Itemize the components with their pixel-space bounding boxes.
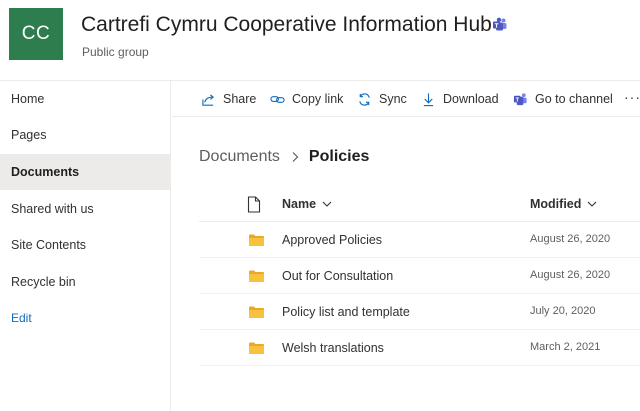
sync-button[interactable]: Sync: [357, 90, 407, 108]
download-icon: [423, 92, 434, 106]
file-type-icon[interactable]: [247, 196, 261, 213]
table-row[interactable]: Approved Policies August 26, 2020: [199, 222, 640, 258]
table-row[interactable]: Policy list and template July 20, 2020: [199, 294, 640, 330]
teams-icon: [493, 17, 507, 31]
teams-channel-icon: [513, 92, 527, 105]
nav-item-pages[interactable]: Pages: [0, 117, 171, 153]
left-navigation: Home Pages Documents Shared with us Site…: [0, 81, 171, 411]
modified-date: March 2, 2021: [530, 341, 601, 353]
site-subtitle: Public group: [82, 45, 149, 59]
column-name-label: Name: [282, 197, 317, 211]
column-header-modified[interactable]: Modified: [530, 197, 597, 211]
column-header-name[interactable]: Name: [282, 197, 332, 211]
modified-date: August 26, 2020: [530, 269, 611, 281]
site-logo[interactable]: CC: [9, 8, 63, 60]
share-button[interactable]: Share: [201, 90, 256, 108]
folder-icon: [249, 306, 264, 318]
table-row[interactable]: Welsh translations March 2, 2021: [199, 330, 640, 366]
link-icon: [270, 95, 285, 103]
document-list: Name Modified Approved Policies August 2…: [199, 187, 640, 366]
folder-icon: [249, 270, 264, 282]
table-header: Name Modified: [199, 187, 640, 222]
breadcrumb-current-folder: Policies: [308, 148, 370, 165]
folder-icon: [249, 342, 264, 354]
breadcrumb: Documents Policies: [199, 148, 369, 166]
more-actions-button[interactable]: ···: [624, 88, 640, 106]
nav-item-shared-with-us[interactable]: Shared with us: [0, 191, 171, 227]
folder-name[interactable]: Out for Consultation: [282, 269, 393, 283]
share-icon: [202, 93, 215, 106]
column-modified-label: Modified: [530, 197, 582, 211]
chevron-down-icon: [322, 201, 332, 207]
nav-item-home[interactable]: Home: [0, 81, 171, 117]
modified-date: July 20, 2020: [530, 305, 596, 317]
go-to-channel-label: Go to channel: [535, 92, 613, 106]
download-label: Download: [443, 92, 499, 106]
go-to-channel-button[interactable]: Go to channel: [513, 90, 613, 108]
nav-item-site-contents[interactable]: Site Contents: [0, 227, 171, 263]
copy-link-label: Copy link: [292, 92, 344, 106]
modified-date: August 26, 2020: [530, 233, 611, 245]
sync-icon: [359, 92, 370, 106]
command-bar: Share Copy link Sync Download Go to chan…: [172, 81, 640, 117]
sync-label: Sync: [379, 92, 407, 106]
folder-name[interactable]: Welsh translations: [282, 341, 384, 355]
nav-item-documents[interactable]: Documents: [0, 154, 171, 190]
folder-name[interactable]: Policy list and template: [282, 305, 410, 319]
share-label: Share: [223, 92, 257, 106]
site-title[interactable]: Cartrefi Cymru Cooperative Information H…: [81, 13, 492, 37]
nav-edit-link[interactable]: Edit: [0, 300, 171, 336]
download-button[interactable]: Download: [421, 90, 499, 108]
copy-link-button[interactable]: Copy link: [270, 90, 343, 108]
folder-icon: [249, 234, 264, 246]
breadcrumb-documents[interactable]: Documents: [199, 148, 280, 166]
chevron-down-icon: [588, 201, 597, 207]
folder-name[interactable]: Approved Policies: [282, 233, 382, 247]
nav-item-recycle-bin[interactable]: Recycle bin: [0, 264, 171, 300]
site-header: CC Cartrefi Cymru Cooperative Informatio…: [0, 0, 640, 80]
table-row[interactable]: Out for Consultation August 26, 2020: [199, 258, 640, 294]
chevron-right-icon: [292, 152, 299, 162]
